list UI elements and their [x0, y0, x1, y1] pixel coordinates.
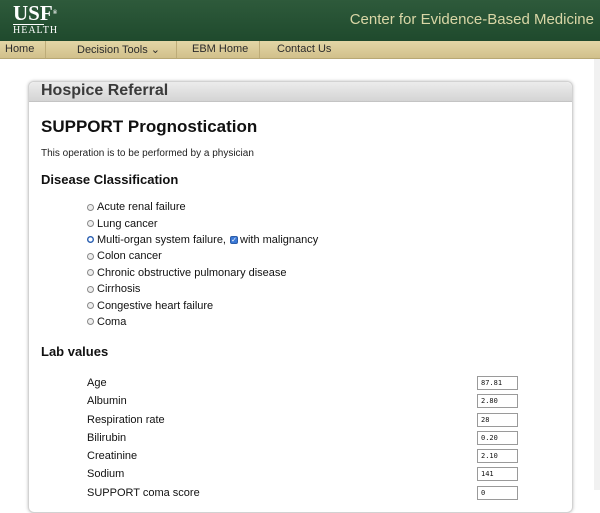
lab-label: Sodium [87, 468, 125, 481]
lab-label: Creatinine [87, 450, 138, 463]
lab-values-heading: Lab values [41, 344, 109, 359]
lab-input-albumin[interactable]: 2.80 [477, 394, 518, 409]
page-scrollbar[interactable] [594, 59, 600, 490]
physician-note: This operation is to be performed by a p… [41, 148, 254, 159]
lab-label: Age [87, 377, 107, 389]
disease-label: Coma [97, 315, 127, 328]
disease-label: Colon cancer [97, 250, 162, 263]
logo-subtext: HEALTH [13, 25, 59, 36]
lab-input-coma-score[interactable]: 0 [477, 485, 518, 500]
lab-input-age[interactable]: 87.81 [477, 376, 518, 390]
disease-classification-heading: Disease Classification [41, 172, 179, 187]
page-heading: SUPPORT Prognostication [41, 117, 258, 136]
lab-label: SUPPORT coma score [87, 486, 200, 499]
disease-radio-group: Acute renal failure Lung cancer Multi-or… [87, 199, 318, 330]
nav-ebm-home[interactable]: EBM Home [192, 43, 248, 55]
nav-decision-tools[interactable]: Decision Tools ⌄ [77, 43, 160, 56]
lab-row: SUPPORT coma score 0 [87, 485, 527, 504]
disease-label: Multi-organ system failure, [97, 233, 226, 246]
radio-button[interactable] [87, 220, 94, 228]
logo-text: USF [13, 1, 53, 25]
malignancy-checkbox[interactable]: ✓ [230, 235, 238, 244]
disease-option[interactable]: Cirrhosis [87, 281, 318, 297]
panel-title: Hospice Referral [41, 82, 169, 99]
disease-label: Acute renal failure [97, 201, 186, 214]
top-header: USF® HEALTH Center for Evidence-Based Me… [0, 0, 600, 41]
lab-input-bilirubin[interactable]: 0.20 [477, 430, 518, 445]
lab-label: Albumin [87, 395, 127, 408]
radio-button[interactable] [87, 318, 94, 326]
lab-row: Creatinine 2.10 [87, 449, 527, 467]
lab-row: Age 87.81 [87, 376, 527, 394]
lab-label: Respiration rate [87, 413, 165, 426]
disease-option[interactable]: Lung cancer [87, 215, 318, 231]
disease-option[interactable]: Colon cancer [87, 248, 318, 264]
panel-header: Hospice Referral [29, 82, 572, 102]
lab-input-sodium[interactable]: 141 [477, 467, 518, 482]
disease-option[interactable]: Acute renal failure [87, 199, 318, 215]
main-nav: Home Decision Tools ⌄ EBM Home Contact U… [0, 41, 600, 59]
disease-label: Cirrhosis [97, 283, 141, 296]
disease-label: Congestive heart failure [97, 299, 214, 312]
radio-button[interactable] [87, 285, 94, 293]
lab-row: Respiration rate 28 [87, 412, 527, 431]
lab-values-list: Age 87.81 Albumin 2.80 Respiration rate … [87, 376, 527, 504]
lab-row: Albumin 2.80 [87, 394, 527, 412]
disease-option[interactable]: Multi-organ system failure, ✓ with malig… [87, 232, 318, 248]
radio-button[interactable] [87, 302, 94, 310]
lab-input-creatinine[interactable]: 2.10 [477, 449, 518, 464]
nav-contact-us[interactable]: Contact Us [277, 43, 331, 55]
disease-label: Lung cancer [97, 217, 158, 230]
nav-home[interactable]: Home [5, 43, 34, 55]
lab-row: Bilirubin 0.20 [87, 430, 527, 449]
site-title[interactable]: Center for Evidence-Based Medicine [350, 11, 594, 28]
page-body: Hospice Referral SUPPORT Prognostication… [0, 59, 600, 513]
lab-row: Sodium 141 [87, 467, 527, 485]
disease-option[interactable]: Coma [87, 314, 318, 330]
disease-option[interactable]: Congestive heart failure [87, 297, 318, 313]
disease-label: Chronic obstructive pulmonary disease [97, 266, 287, 279]
radio-button[interactable] [87, 269, 94, 277]
disease-option[interactable]: Chronic obstructive pulmonary disease [87, 265, 318, 281]
usf-health-logo[interactable]: USF® HEALTH [13, 3, 59, 36]
radio-button[interactable] [87, 203, 94, 211]
lab-input-respiration-rate[interactable]: 28 [477, 412, 518, 427]
radio-button-selected[interactable] [87, 236, 94, 244]
radio-button[interactable] [87, 252, 94, 260]
lab-label: Bilirubin [87, 431, 127, 444]
malignancy-checkbox-label: with malignancy [240, 233, 319, 246]
hospice-referral-panel: Hospice Referral SUPPORT Prognostication… [28, 81, 573, 513]
